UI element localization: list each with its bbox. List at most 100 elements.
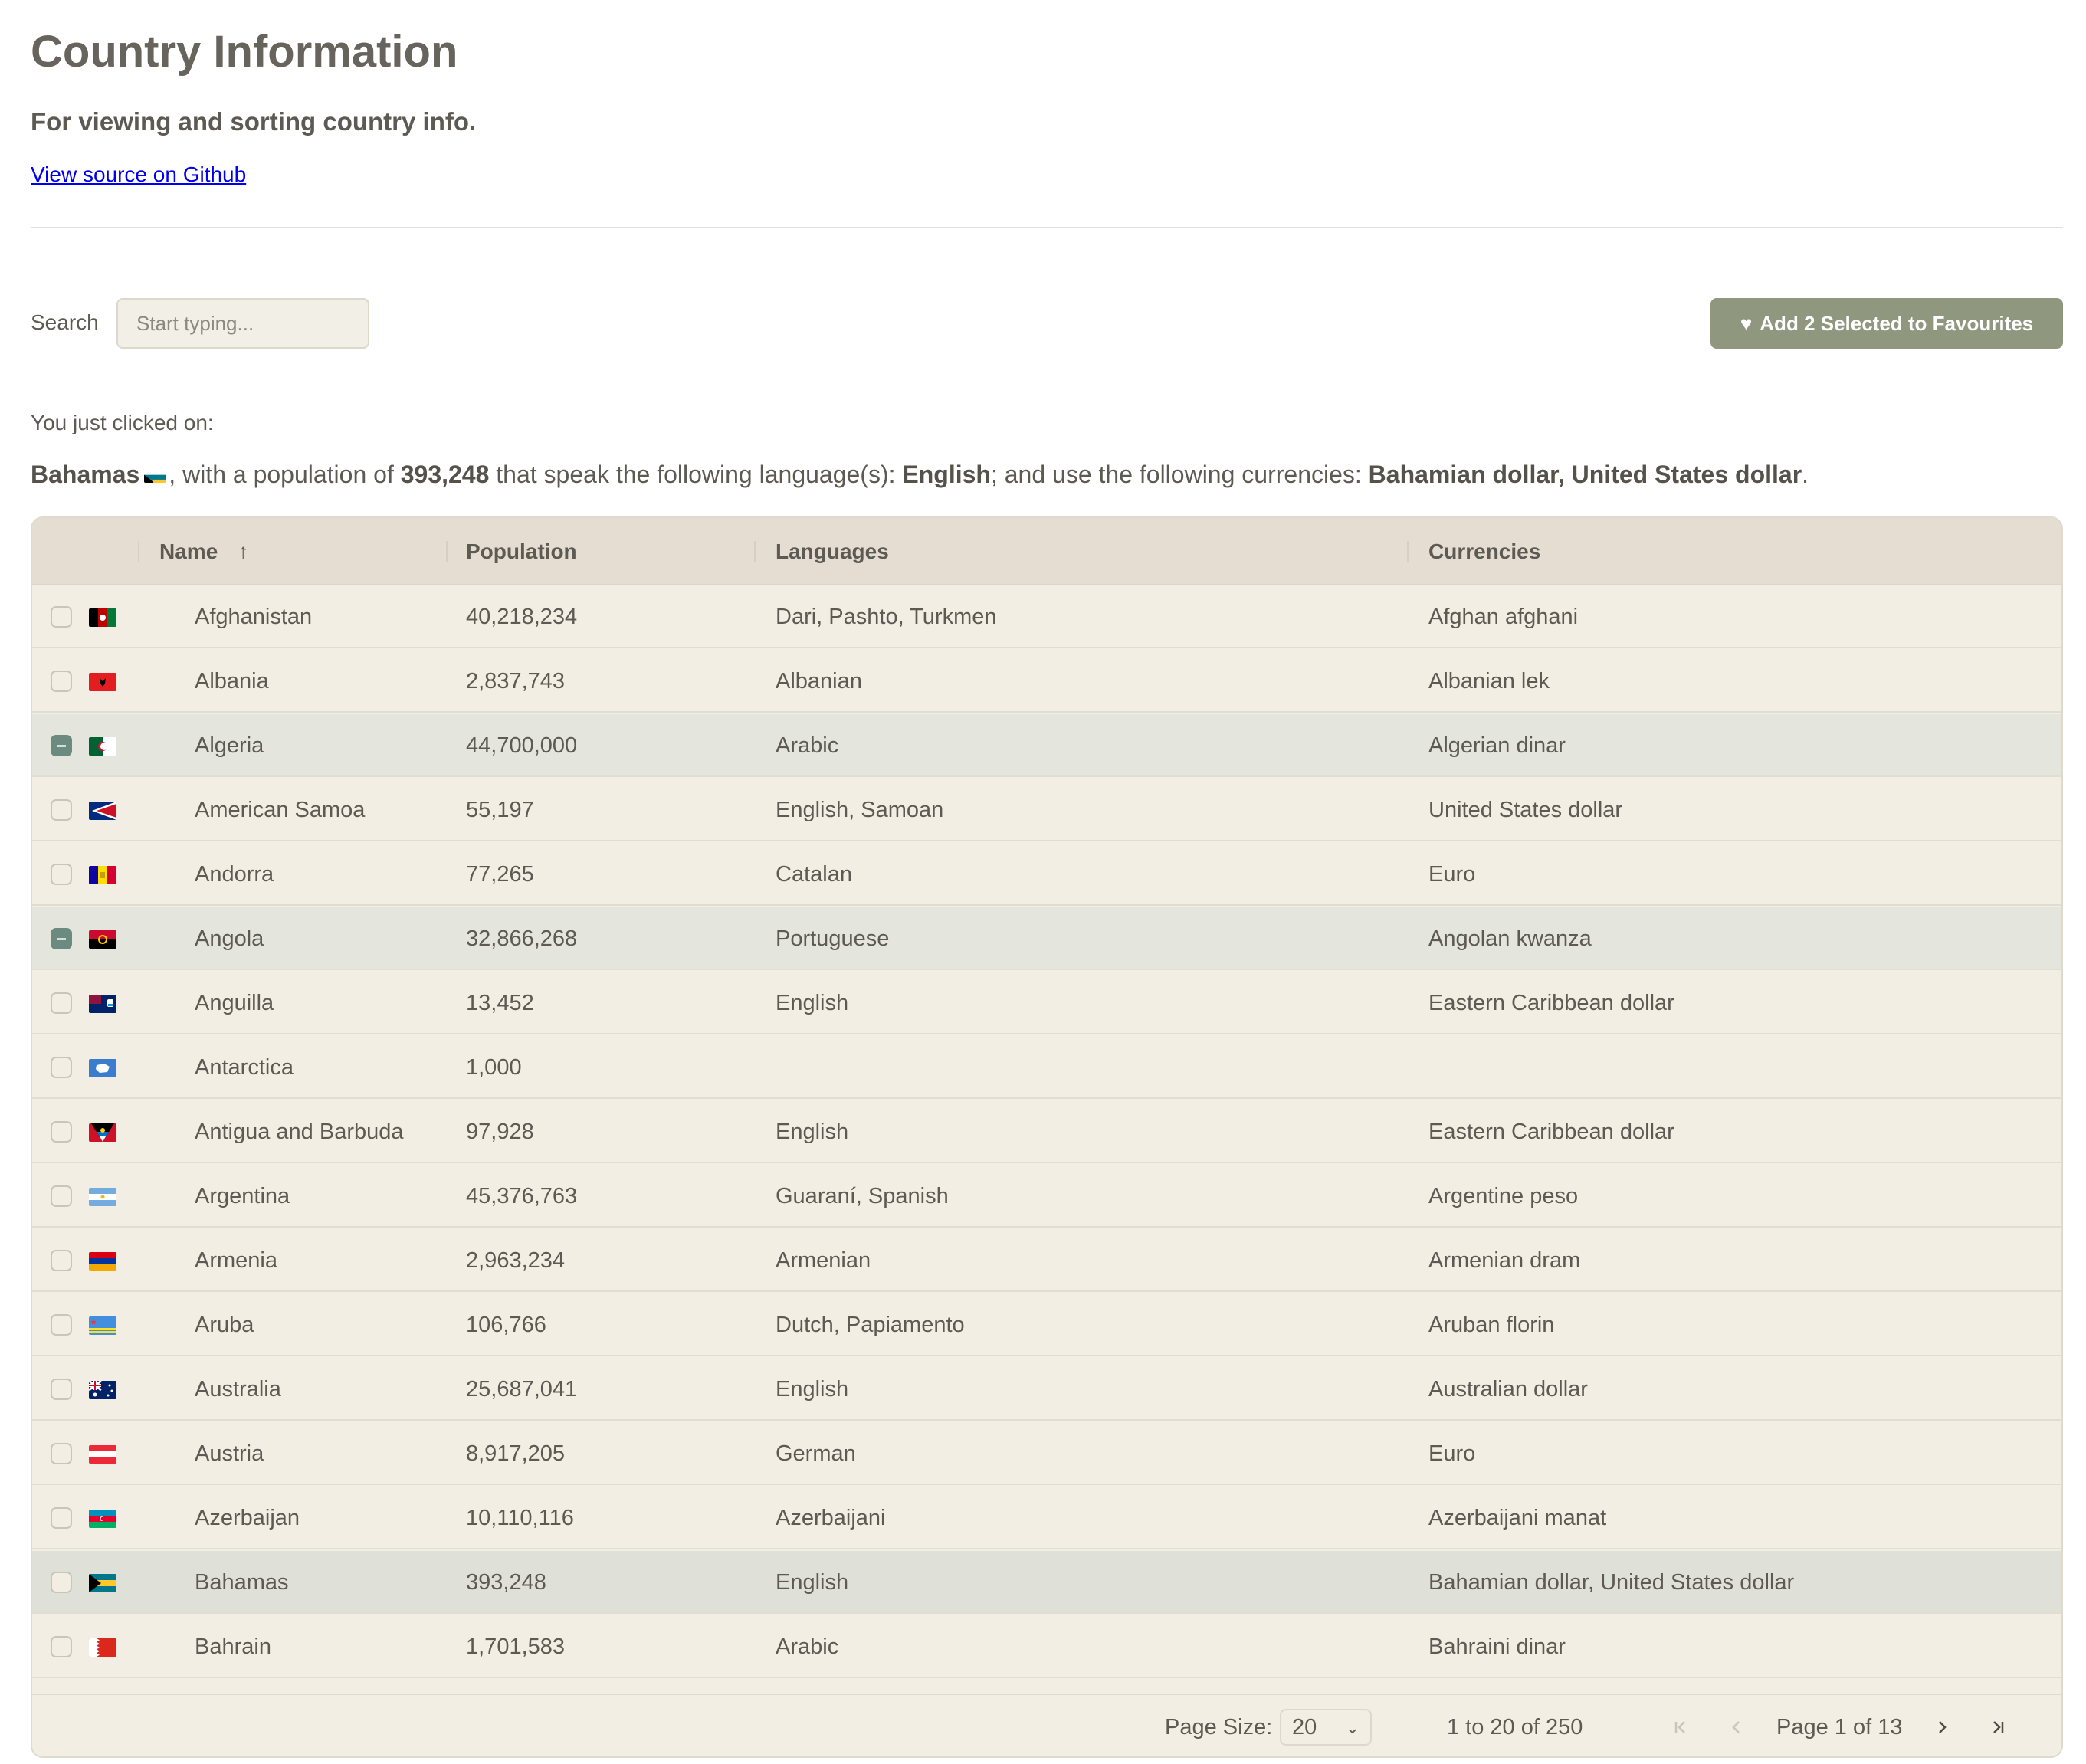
- cell-name: Andorra: [195, 861, 274, 887]
- clicked-text-currencies: ; and use the following currencies:: [990, 461, 1369, 488]
- cell-population: 393,248: [466, 1569, 546, 1595]
- table-row[interactable]: Armenia 2,963,234 Armenian Armenian dram: [32, 1229, 2061, 1292]
- clicked-text-population: , with a population of: [169, 461, 401, 488]
- cell-population: 106,766: [466, 1312, 546, 1337]
- previous-page-button[interactable]: [1721, 1695, 1752, 1756]
- github-source-link[interactable]: View source on Github: [31, 162, 246, 187]
- cell-population: 13,452: [466, 990, 534, 1015]
- row-checkbox[interactable]: [51, 1636, 72, 1657]
- cell-languages: Arabic: [776, 1634, 839, 1659]
- ar-flag-icon: [89, 1188, 116, 1206]
- row-checkbox[interactable]: [51, 1057, 72, 1078]
- column-header-population[interactable]: Population: [466, 518, 577, 585]
- cell-name: Australia: [195, 1376, 281, 1402]
- cell-population: 164,689,383: [466, 1680, 589, 1694]
- page-number-text: Page 1 of 13: [1776, 1714, 1903, 1739]
- cell-name: American Samoa: [195, 797, 366, 822]
- table-row[interactable]: Azerbaijan 10,110,116 Azerbaijani Azerbaija…: [32, 1487, 2061, 1549]
- clicked-currencies: Bahamian dollar, United States dollar: [1368, 461, 1802, 488]
- al-flag-icon: [89, 673, 116, 691]
- clicked-population: 393,248: [400, 461, 490, 488]
- bahamas-flag-icon: [144, 467, 166, 483]
- cell-languages: English: [776, 1569, 849, 1595]
- row-checkbox[interactable]: [51, 799, 72, 821]
- table-row[interactable]: Afghanistan 40,218,234 Dari, Pashto, Turkm…: [32, 585, 2061, 648]
- cell-name: Azerbaijan: [195, 1505, 300, 1530]
- row-checkbox[interactable]: [51, 1443, 72, 1464]
- row-checkbox[interactable]: [51, 992, 72, 1014]
- row-checkbox[interactable]: [51, 1250, 72, 1271]
- last-page-button[interactable]: [1982, 1695, 2012, 1756]
- row-checkbox[interactable]: [51, 1507, 72, 1529]
- row-checkbox[interactable]: [51, 671, 72, 692]
- cell-name: Argentina: [195, 1183, 290, 1208]
- cell-name: Afghanistan: [195, 604, 313, 629]
- table-row[interactable]: Australia 25,687,041 English Australian dol…: [32, 1358, 2061, 1421]
- row-checkbox[interactable]: [51, 1185, 72, 1207]
- cell-languages: English: [776, 1376, 849, 1402]
- af-flag-icon: [89, 608, 116, 627]
- search-input[interactable]: [116, 298, 369, 349]
- table-row[interactable]: Aruba 106,766 Dutch, Papiamento Aruban flor…: [32, 1293, 2061, 1356]
- last-page-icon: [1993, 1721, 2004, 1733]
- add-to-favourites-button[interactable]: ♥ Add 2 Selected to Favourites: [1710, 298, 2063, 349]
- row-checkbox[interactable]: [51, 928, 72, 949]
- cell-name: Anguilla: [195, 990, 274, 1015]
- dz-flag-icon: [89, 737, 116, 756]
- table-row[interactable]: Antarctica 1,000: [32, 1036, 2061, 1099]
- cell-name: Bangladesh: [195, 1680, 312, 1694]
- table-row[interactable]: Argentina 45,376,763 Guaraní, Spanish Argen…: [32, 1165, 2061, 1228]
- next-page-button[interactable]: [1927, 1695, 1957, 1756]
- cell-population: 2,837,743: [466, 668, 566, 693]
- cell-languages: German: [776, 1441, 856, 1466]
- cell-currencies: Azerbaijani manat: [1428, 1505, 1607, 1530]
- table-row[interactable]: American Samoa 55,197 English, Samoan Unite…: [32, 779, 2061, 841]
- aq-flag-icon: [89, 1059, 116, 1077]
- clicked-country-info: Bahamas , with a population of 393,248 th…: [31, 461, 1809, 489]
- column-header-currencies[interactable]: Currencies: [1428, 518, 1540, 585]
- table-row[interactable]: Austria 8,917,205 German Euro: [32, 1422, 2061, 1485]
- page-subtitle: For viewing and sorting country info.: [31, 107, 477, 136]
- page-size-select[interactable]: 20 ⌄: [1280, 1709, 1372, 1746]
- table-row[interactable]: Bahamas 393,248 English Bahamian dollar, Un…: [32, 1551, 2061, 1614]
- cell-population: 97,928: [466, 1119, 534, 1144]
- first-page-button[interactable]: [1666, 1695, 1697, 1756]
- cell-currencies: Bangladeshi taka: [1428, 1680, 1599, 1694]
- table-row[interactable]: Angola 32,866,268 Portuguese Angolan kwanza: [32, 907, 2061, 970]
- row-checkbox[interactable]: [51, 1379, 72, 1400]
- cell-currencies: Angolan kwanza: [1428, 926, 1592, 951]
- cell-population: 10,110,116: [466, 1505, 574, 1530]
- row-checkbox[interactable]: [51, 1572, 72, 1593]
- header-separator: [1407, 541, 1409, 562]
- country-grid: Name ↑ Population Languages Currencies A…: [31, 516, 2063, 1758]
- first-page-icon: [1674, 1721, 1685, 1733]
- ad-flag-icon: [89, 866, 116, 884]
- row-checkbox[interactable]: [51, 1314, 72, 1336]
- az-flag-icon: [89, 1510, 116, 1528]
- cell-currencies: Argentine peso: [1428, 1183, 1579, 1208]
- row-checkbox[interactable]: [51, 735, 72, 756]
- row-checkbox[interactable]: [51, 864, 72, 885]
- row-checkbox[interactable]: [51, 606, 72, 628]
- table-row[interactable]: Andorra 77,265 Catalan Euro: [32, 843, 2061, 906]
- cell-population: 1,701,583: [466, 1634, 566, 1659]
- table-row[interactable]: Bahrain 1,701,583 Arabic Bahraini dinar: [32, 1615, 2061, 1678]
- column-header-name[interactable]: Name ↑: [159, 518, 248, 585]
- cell-currencies: Bahraini dinar: [1428, 1634, 1566, 1659]
- cell-currencies: Euro: [1428, 1441, 1476, 1466]
- cell-currencies: Australian dollar: [1428, 1376, 1588, 1402]
- table-row[interactable]: Algeria 44,700,000 Arabic Algerian dinar: [32, 714, 2061, 777]
- table-row[interactable]: Antigua and Barbuda 97,928 English Eastern …: [32, 1100, 2061, 1163]
- bh-flag-icon: [89, 1638, 116, 1657]
- cell-population: 77,265: [466, 861, 534, 887]
- cell-name: Albania: [195, 668, 269, 693]
- table-row[interactable]: Bangladesh 164,689,383 Bengali Bangladeshi …: [32, 1680, 2061, 1694]
- am-flag-icon: [89, 1252, 116, 1271]
- ao-flag-icon: [89, 930, 116, 949]
- table-row[interactable]: Albania 2,837,743 Albanian Albanian lek: [32, 650, 2061, 713]
- au-flag-icon: [89, 1381, 116, 1399]
- table-row[interactable]: Anguilla 13,452 English Eastern Caribbean d…: [32, 972, 2061, 1034]
- row-checkbox[interactable]: [51, 1121, 72, 1143]
- column-header-languages[interactable]: Languages: [776, 518, 889, 585]
- cell-currencies: Bahamian dollar, United States dollar: [1428, 1569, 1795, 1595]
